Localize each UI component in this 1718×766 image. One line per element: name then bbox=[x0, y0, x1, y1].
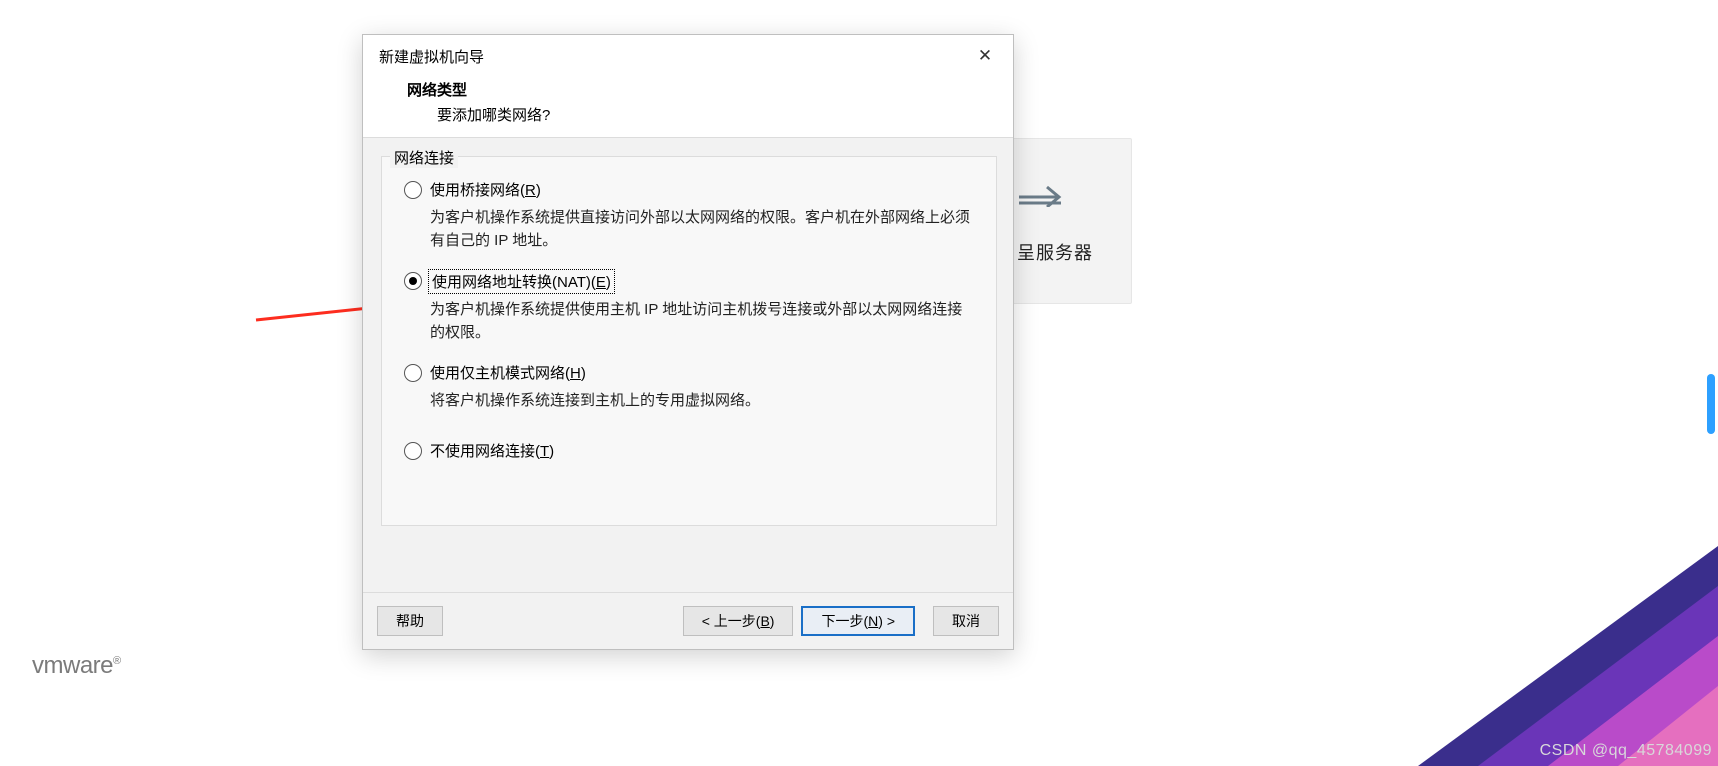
vmware-logo: vmware® bbox=[32, 652, 121, 680]
connect-arrow-icon bbox=[1017, 167, 1067, 207]
wizard-footer: 帮助 < 上一步(B) 下一步(N) > 取消 bbox=[363, 592, 1013, 649]
option-hostonly-desc: 将客户机操作系统连接到主机上的专用虚拟网络。 bbox=[430, 389, 976, 412]
option-none-label: 不使用网络连接(T) bbox=[430, 440, 554, 461]
network-connection-group: 网络连接 使用桥接网络(R) 为客户机操作系统提供直接访问外部以太网网络的权限。… bbox=[381, 156, 997, 526]
option-none[interactable]: 不使用网络连接(T) bbox=[404, 440, 976, 461]
wizard-heading: 网络类型 bbox=[407, 79, 997, 100]
next-button[interactable]: 下一步(N) > bbox=[801, 606, 915, 636]
radio-none[interactable] bbox=[404, 442, 422, 460]
option-nat-desc: 为客户机操作系统提供使用主机 IP 地址访问主机拨号连接或外部以太网网络连接的权… bbox=[430, 298, 976, 345]
option-nat[interactable]: 使用网络地址转换(NAT)(E) 为客户机操作系统提供使用主机 IP 地址访问主… bbox=[404, 271, 976, 345]
help-button[interactable]: 帮助 bbox=[377, 606, 443, 636]
decorative-corner-flare bbox=[1288, 546, 1718, 766]
radio-hostonly[interactable] bbox=[404, 364, 422, 382]
new-vm-wizard-dialog: 新建虚拟机向导 ✕ 网络类型 要添加哪类网络? 网络连接 使用桥接网络(R) 为… bbox=[362, 34, 1014, 650]
wizard-titlebar: 新建虚拟机向导 ✕ bbox=[363, 35, 1013, 77]
wizard-title: 新建虚拟机向导 bbox=[379, 46, 484, 67]
scrollbar-thumb-icon bbox=[1704, 370, 1718, 438]
group-legend: 网络连接 bbox=[390, 147, 458, 168]
wizard-subheading: 要添加哪类网络? bbox=[437, 104, 997, 125]
radio-bridged[interactable] bbox=[404, 181, 422, 199]
option-nat-label: 使用网络地址转换(NAT)(E) bbox=[430, 271, 613, 292]
option-hostonly[interactable]: 使用仅主机模式网络(H) 将客户机操作系统连接到主机上的专用虚拟网络。 bbox=[404, 362, 976, 412]
wizard-header: 网络类型 要添加哪类网络? bbox=[363, 77, 1013, 137]
bg-card-label: 呈服务器 bbox=[1017, 239, 1093, 265]
radio-nat[interactable] bbox=[404, 272, 422, 290]
option-bridged-desc: 为客户机操作系统提供直接访问外部以太网网络的权限。客户机在外部网络上必须有自己的… bbox=[430, 206, 976, 253]
watermark-text: CSDN @qq_45784099 bbox=[1540, 742, 1712, 760]
option-bridged[interactable]: 使用桥接网络(R) 为客户机操作系统提供直接访问外部以太网网络的权限。客户机在外… bbox=[404, 179, 976, 253]
option-hostonly-label: 使用仅主机模式网络(H) bbox=[430, 362, 586, 383]
wizard-body: 网络连接 使用桥接网络(R) 为客户机操作系统提供直接访问外部以太网网络的权限。… bbox=[363, 137, 1013, 592]
option-bridged-label: 使用桥接网络(R) bbox=[430, 179, 541, 200]
cancel-button[interactable]: 取消 bbox=[933, 606, 999, 636]
back-button[interactable]: < 上一步(B) bbox=[683, 606, 794, 636]
close-icon[interactable]: ✕ bbox=[965, 38, 1005, 74]
